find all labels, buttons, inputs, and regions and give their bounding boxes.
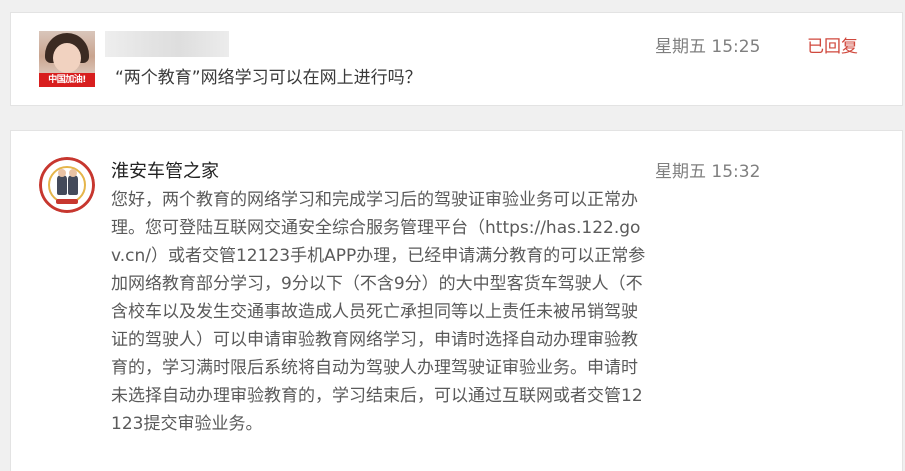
reply-text: 您好，两个教育的网络学习和完成学习后的驾驶证审验业务可以正常办 理。您可登陆互联… <box>111 186 671 438</box>
message-card-question[interactable]: 中国加油! 星期五 15:25 已回复 “两个教育”网络学习可以在网上进行吗？ <box>10 12 903 106</box>
reply-line: 123提交审验业务。 <box>111 414 263 434</box>
reply-line: 加网络教育部分学习，9分以下（不含9分）的大中型客货车驾驶人（不 <box>111 274 643 294</box>
police-emblem-icon <box>39 157 95 213</box>
reply-line: 未选择自动办理审验教育的，学习结束后，可以通过互联网或者交管12 <box>111 386 643 406</box>
reply-line: 育的，学习满时限后系统将自动为驾驶人办理驾驶证审验业务。申请时 <box>111 358 638 378</box>
reply-line: 证的驾驶人）可以申请审验教育网络学习，申请时选择自动办理审验教 <box>111 330 638 350</box>
reply-status-badge: 已回复 <box>807 37 858 57</box>
avatar-banner-text: 中国加油! <box>39 73 95 87</box>
sender-name[interactable]: 淮安车管之家 <box>111 157 219 183</box>
message-time: 星期五 15:25 <box>655 37 761 57</box>
message-time: 星期五 15:32 <box>655 162 761 182</box>
reply-line: 您好，两个教育的网络学习和完成学习后的驾驶证审验业务可以正常办 <box>111 190 638 210</box>
reply-line: 理。您可登陆互联网交通安全综合服务管理平台（https://has.122.go <box>111 218 641 238</box>
reply-line: v.cn/）或者交管12123手机APP办理，已经申请满分教育的可以正常参 <box>111 246 646 266</box>
reply-line: 含校车以及发生交通事故造成人员死亡承担同等以上责任未被吊销驾驶 <box>111 302 638 322</box>
redacted-username <box>105 31 229 57</box>
user-photo-icon: 中国加油! <box>39 31 95 87</box>
user-avatar[interactable]: 中国加油! <box>39 31 95 87</box>
official-avatar[interactable] <box>39 157 95 213</box>
question-text: “两个教育”网络学习可以在网上进行吗？ <box>115 68 422 88</box>
message-card-reply[interactable]: 淮安车管之家 星期五 15:32 您好，两个教育的网络学习和完成学习后的驾驶证审… <box>10 130 903 471</box>
